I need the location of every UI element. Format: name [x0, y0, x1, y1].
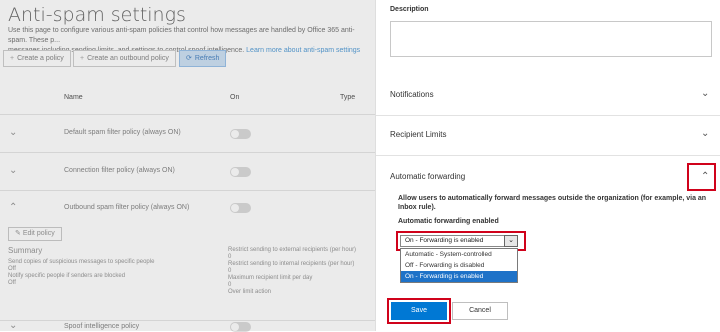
- learn-more-link[interactable]: Learn more about anti-spam settings: [246, 47, 360, 54]
- section-recipient-limits[interactable]: Recipient Limits: [390, 130, 446, 139]
- chevron-down-icon[interactable]: ⌄: [9, 127, 17, 138]
- table-row[interactable]: ⌄ Connection filter policy (always ON): [0, 152, 375, 190]
- dropdown-option-selected[interactable]: On - Forwarding is enabled: [401, 271, 517, 282]
- section-automatic-forwarding[interactable]: Automatic forwarding: [390, 172, 465, 181]
- toggle-switch[interactable]: [230, 167, 251, 177]
- edit-policy-button[interactable]: ✎ Edit policy: [8, 227, 62, 241]
- chevron-down-icon[interactable]: ⌄: [9, 165, 17, 176]
- column-header-on[interactable]: On: [230, 94, 239, 101]
- summary-left: Send copies of suspicious messages to sp…: [8, 259, 155, 286]
- summary-right: Restrict sending to external recipients …: [228, 247, 357, 295]
- section-notifications[interactable]: Notifications: [390, 90, 434, 99]
- cancel-button[interactable]: Cancel: [452, 302, 508, 320]
- toggle-switch[interactable]: [230, 203, 251, 213]
- section-divider: [376, 115, 720, 116]
- description-textarea[interactable]: [390, 21, 712, 57]
- highlight-box-save: [387, 298, 451, 324]
- section-divider: [376, 155, 720, 156]
- dropdown-option[interactable]: Off - Forwarding is disabled: [401, 260, 517, 271]
- chevron-down-icon[interactable]: ⌄: [9, 320, 17, 331]
- refresh-button[interactable]: ⟳ Refresh: [179, 50, 227, 67]
- table-row[interactable]: ⌄ Default spam filter policy (always ON): [0, 114, 375, 152]
- toggle-switch[interactable]: [230, 129, 251, 139]
- pencil-icon: ✎: [15, 230, 23, 237]
- chevron-up-icon[interactable]: ⌃: [9, 202, 17, 213]
- highlight-box-chevron: [687, 163, 716, 191]
- column-header-name[interactable]: Name: [64, 94, 83, 101]
- chevron-down-icon[interactable]: ⌄: [701, 88, 709, 99]
- create-outbound-policy-button[interactable]: + Create an outbound policy: [73, 50, 176, 67]
- table-row[interactable]: ⌄ Spoof intelligence policy: [0, 320, 375, 332]
- policy-edit-panel: Description Notifications ⌄ Recipient Li…: [375, 0, 720, 331]
- anti-spam-page: Anti-spam settings Use this page to conf…: [0, 0, 375, 332]
- forwarding-dropdown-list: Automatic - System-controlled Off - Forw…: [400, 248, 518, 283]
- forwarding-description: Allow users to automatically forward mes…: [398, 195, 707, 211]
- description-label: Description: [390, 6, 429, 13]
- column-header-type[interactable]: Type: [340, 94, 355, 101]
- chevron-down-icon[interactable]: ⌄: [701, 128, 709, 139]
- summary-title: Summary: [8, 246, 43, 255]
- refresh-icon: ⟳: [186, 55, 192, 62]
- page-title: Anti-spam settings: [8, 4, 186, 26]
- plus-icon: +: [10, 55, 15, 62]
- forwarding-enabled-label: Automatic forwarding enabled: [398, 218, 499, 225]
- create-policy-button[interactable]: + Create a policy: [3, 50, 71, 67]
- plus-icon: +: [80, 55, 85, 62]
- dropdown-option[interactable]: Automatic - System-controlled: [401, 249, 517, 260]
